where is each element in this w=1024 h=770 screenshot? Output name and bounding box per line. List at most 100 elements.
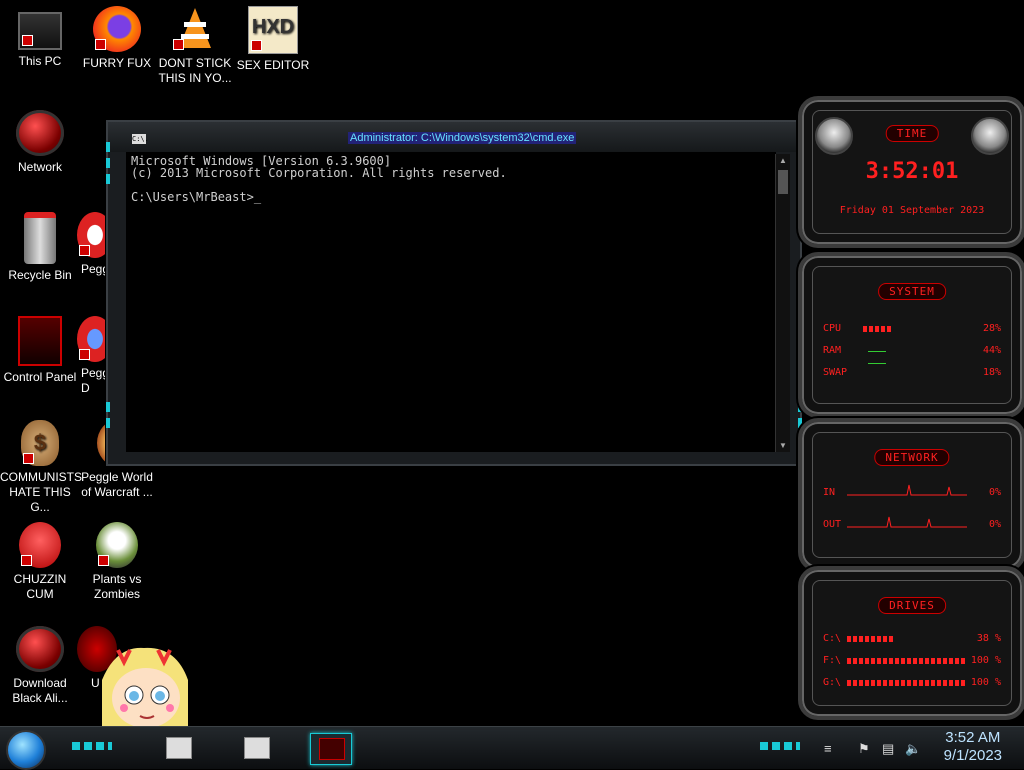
gadget-panel: TIME 3:52:01 Friday 01 September 2023 [812,110,1012,234]
money-bag-icon: $ [21,420,59,466]
vlc-cone-icon [171,6,219,52]
swap-label: SWAP [823,367,848,378]
alienware-icon [16,626,64,672]
desktop-icon-vlc[interactable]: DONT STICK THIS IN YO... [155,6,235,86]
network-out-label: OUT [823,519,842,530]
desktop-icon-recycle-bin[interactable]: Recycle Bin [0,212,80,283]
drive-g-gauge [847,680,967,686]
desktop-icon-label: FURRY FUX [82,56,152,70]
command-prompt-window[interactable]: C:\. Administrator: C:\Windows\system32\… [106,120,802,466]
desktop-icon-hex-editor[interactable]: HXD SEX EDITOR [233,6,313,73]
window-accent [106,142,110,152]
start-orb-button[interactable] [6,730,46,770]
window-app-icon [244,737,270,759]
firefox-icon [93,6,141,52]
console-prompt[interactable]: C:\Users\MrBeast>_ [131,190,261,204]
ram-value: 44% [982,345,1001,356]
desktop-icon-label: CHUZZIN CUM [13,572,67,601]
system-gadget-title: SYSTEM [878,283,946,300]
taskbar-app-button[interactable] [158,733,198,763]
desktop-icon-label: Control Panel [3,370,77,384]
ram-label: RAM [823,345,842,356]
window-titlebar[interactable]: C:\. Administrator: C:\Windows\system32\… [108,122,800,152]
plants-vs-zombies-icon [96,522,138,568]
scroll-down-arrow-icon[interactable]: ▼ [779,441,787,450]
ram-graph-line [868,351,886,352]
window-title: Administrator: C:\Windows\system32\cmd.e… [348,132,577,144]
desktop-icon-label: This PC [18,54,62,68]
swap-value: 18% [982,367,1001,378]
drive-f-value: 100 % [970,655,1001,666]
desktop-icon-label: Recycle Bin [8,268,72,282]
time-gadget-title: TIME [885,125,939,142]
swap-graph-line [868,363,886,364]
desktop-icon-label: SEX EDITOR [236,58,310,72]
taskbar: ≡ ⚑ ▤ 🔈 3:52 AM 9/1/2023 [0,726,1024,770]
desktop-icon-label: Peggle World of Warcraft ... [81,470,153,499]
window-accent [106,402,110,412]
drive-g-value: 100 % [970,677,1001,688]
cmd-system-icon[interactable]: C:\. [132,134,149,144]
control-panel-icon [18,316,62,366]
gadget-panel: DRIVES C:\ 38 % F:\ 100 % G:\ 100 % [812,580,1012,706]
drive-g-label: G:\ [823,677,842,688]
recycle-bin-icon [24,212,56,264]
drive-f-gauge [847,658,967,664]
gadget-panel: NETWORK IN 0% OUT 0% [812,432,1012,558]
drive-f-label: F:\ [823,655,842,666]
network-out-graph [847,516,967,528]
alien-head-icon [971,117,1009,155]
desktop-icon-label: Network [17,160,62,174]
desktop-icon-plants-vs-zombies[interactable]: Plants vs Zombies [77,522,157,602]
cartoon-character-sticker [96,640,192,730]
desktop-icon-label: Plants vs Zombies [92,572,142,601]
network-gadget[interactable]: NETWORK IN 0% OUT 0% [798,418,1024,572]
desktop-icon-label: Download Black Ali... [12,676,68,705]
cpu-label: CPU [823,323,842,334]
desktop-icon-network[interactable]: Network [0,110,80,175]
cpu-value: 28% [982,323,1001,334]
window-app-icon [166,737,192,759]
cmd-active-icon [319,738,345,760]
network-gadget-title: NETWORK [874,449,950,466]
volume-icon[interactable]: 🔈 [905,741,921,757]
desktop-icon-money-bag[interactable]: $ COMMUNISTS HATE THIS G... [0,420,82,515]
desktop-icon-this-pc[interactable]: This PC [0,6,80,69]
desktop-icon-firefox[interactable]: FURRY FUX [77,6,157,71]
window-accent [106,418,110,428]
network-in-label: IN [823,487,836,498]
desktop-icon-chuzzle[interactable]: CHUZZIN CUM [0,522,80,602]
drives-gadget[interactable]: DRIVES C:\ 38 % F:\ 100 % G:\ 100 % [798,566,1024,720]
taskbar-accent [72,742,112,750]
time-gadget-clock: 3:52:01 [865,159,959,184]
computer-icon [18,12,62,50]
hxd-editor-icon: HXD [248,6,298,54]
network-in-graph [847,484,967,496]
clock-date: 9/1/2023 [943,747,1002,764]
show-hidden-icons[interactable]: ≡ [824,741,832,756]
drive-c-value: 38 % [976,633,1001,644]
alien-head-icon [815,117,853,155]
window-accent [106,174,110,184]
desktop-icon-alienware-download[interactable]: Download Black Ali... [0,626,80,706]
taskbar-clock[interactable]: 3:52 AM 9/1/2023 [944,729,1002,765]
taskbar-app-button[interactable] [236,733,276,763]
gadget-panel: SYSTEM CPU 28% RAM 44% SWAP 18% [812,266,1012,404]
console-line: (c) 2013 Microsoft Corporation. All righ… [131,166,507,180]
taskbar-cmd-button[interactable] [310,733,352,765]
desktop-icon-control-panel[interactable]: Control Panel [0,316,80,385]
network-out-value: 0% [988,519,1001,530]
scroll-up-arrow-icon[interactable]: ▲ [779,156,787,165]
network-icon [16,110,64,156]
vertical-scrollbar[interactable]: ▲ ▼ [775,154,790,452]
console-output[interactable]: Microsoft Windows [Version 6.3.9600] (c)… [126,152,776,452]
cpu-gauge [863,326,891,332]
system-gadget[interactable]: SYSTEM CPU 28% RAM 44% SWAP 18% [798,252,1024,418]
scrollbar-thumb[interactable] [778,170,788,194]
flag-icon[interactable]: ⚑ [858,741,870,757]
window-accent [106,158,110,168]
time-gadget[interactable]: TIME 3:52:01 Friday 01 September 2023 [798,96,1024,248]
clock-time: 3:52 AM [945,729,1001,746]
network-icon[interactable]: ▤ [882,741,894,757]
network-in-value: 0% [988,487,1001,498]
